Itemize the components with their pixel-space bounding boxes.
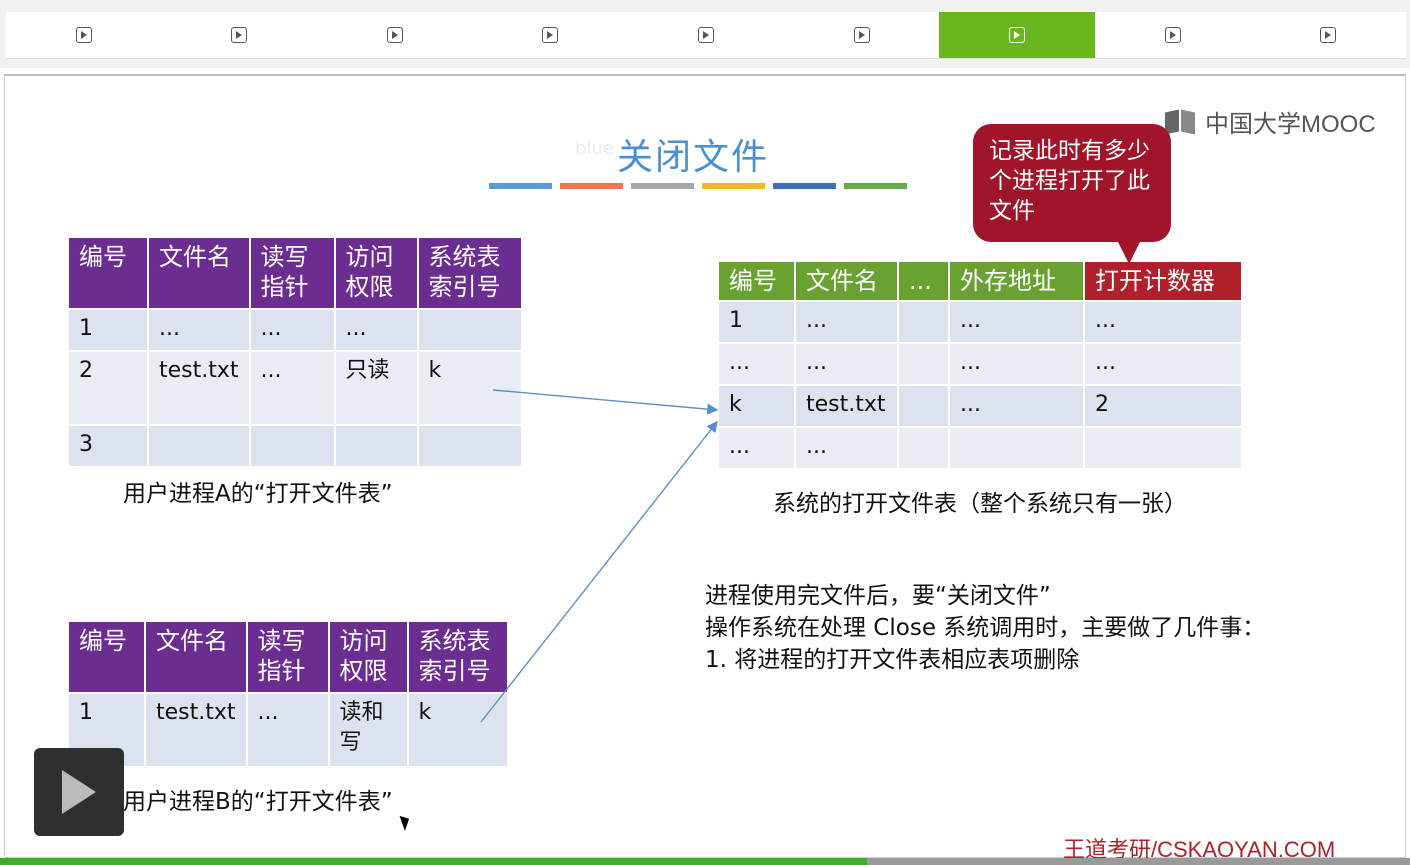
chapter-segment-1[interactable] bbox=[6, 12, 162, 58]
chapter-segment-7[interactable] bbox=[939, 12, 1095, 58]
play-icon bbox=[853, 27, 870, 43]
note-line: 操作系统在处理 Close 系统调用时，主要做了几件事： bbox=[705, 615, 1266, 641]
chapter-segment-2[interactable] bbox=[162, 12, 318, 58]
chapter-segment-8[interactable] bbox=[1095, 12, 1251, 58]
chapter-segment-5[interactable] bbox=[628, 12, 784, 58]
slide: blue 关闭文件 中国大学MOOC 编号 文件名 读写指针 访问权限 系统表索引号 1.… bbox=[4, 74, 1406, 862]
arrow-a-to-system bbox=[492, 389, 719, 415]
progress-fill bbox=[0, 858, 868, 865]
play-icon bbox=[231, 27, 248, 43]
note-line: 进程使用完文件后，要“关闭文件” bbox=[705, 583, 1051, 609]
play-icon bbox=[1009, 27, 1026, 43]
chapter-segment-9[interactable] bbox=[1251, 12, 1407, 58]
play-icon bbox=[1164, 27, 1181, 43]
chapter-segment-6[interactable] bbox=[784, 12, 940, 58]
video-progress-bar[interactable] bbox=[0, 858, 1410, 865]
pointer-arrows bbox=[480, 389, 719, 723]
play-button[interactable] bbox=[34, 748, 124, 836]
notes-block: 进程使用完文件后，要“关闭文件” 操作系统在处理 Close 系统调用时，主要做… bbox=[705, 580, 1265, 676]
arrow-b-to-system bbox=[480, 420, 718, 723]
note-line: 1. 将进程的打开文件表相应表项删除 bbox=[705, 647, 1080, 673]
chapter-segment-4[interactable] bbox=[473, 12, 629, 58]
play-icon bbox=[698, 27, 715, 43]
play-icon bbox=[1320, 27, 1337, 43]
chapter-segment-3[interactable] bbox=[317, 12, 473, 58]
play-icon bbox=[75, 27, 92, 43]
chapter-segments bbox=[6, 12, 1406, 59]
play-icon bbox=[386, 27, 403, 43]
play-icon bbox=[542, 27, 559, 43]
chapter-bar bbox=[0, 0, 1410, 68]
